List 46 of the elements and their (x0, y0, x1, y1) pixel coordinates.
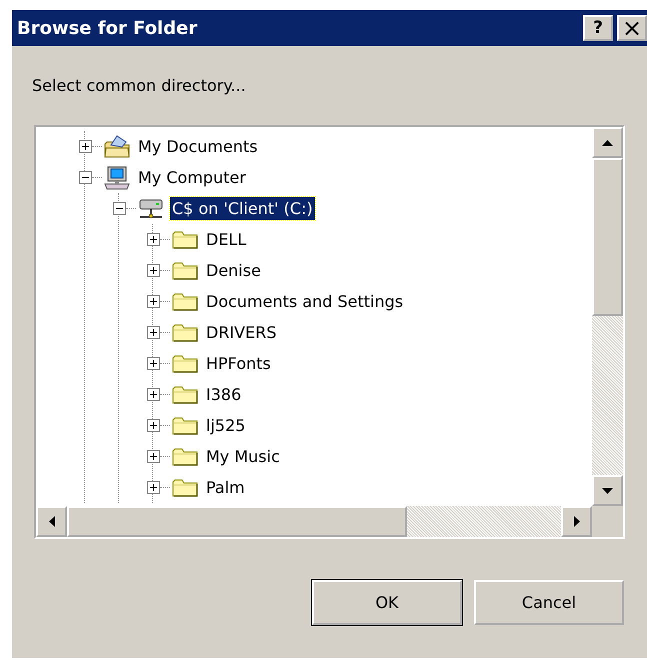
expand-icon[interactable] (147, 419, 160, 432)
computer-icon (104, 166, 130, 190)
expand-icon[interactable] (147, 295, 160, 308)
right-arrow-icon (574, 516, 580, 527)
close-button[interactable]: × (617, 15, 647, 41)
scrollbar-corner (592, 506, 623, 537)
collapse-icon[interactable] (79, 171, 92, 184)
tree-item[interactable]: I386 (204, 383, 244, 406)
scroll-thumb[interactable] (592, 158, 623, 316)
tree-item[interactable]: Denise (204, 259, 263, 282)
tree-item[interactable]: My Computer (136, 166, 248, 189)
tree-item[interactable]: My Documents (136, 135, 260, 158)
window-title: Browse for Folder (17, 18, 198, 38)
prompt-text: Select common directory... (32, 76, 247, 95)
scroll-up-button[interactable] (592, 127, 623, 158)
tree-item[interactable]: My Music (204, 445, 282, 468)
ok-button[interactable]: OK (312, 580, 462, 625)
tree-item[interactable]: lj525 (204, 414, 248, 437)
tree-item[interactable]: Palm (204, 476, 247, 499)
tree-item[interactable]: C$ on 'Client' (C:) (170, 197, 315, 220)
up-arrow-icon (602, 140, 613, 146)
cancel-button[interactable]: Cancel (474, 580, 624, 625)
tree-item[interactable]: DRIVERS (204, 321, 278, 344)
expand-icon[interactable] (147, 326, 160, 339)
left-arrow-icon (48, 516, 54, 527)
expand-icon[interactable] (147, 481, 160, 494)
expand-icon[interactable] (147, 450, 160, 463)
scroll-thumb[interactable] (67, 506, 407, 537)
tree-item[interactable]: Documents and Settings (204, 290, 406, 313)
expand-icon[interactable] (147, 233, 160, 246)
scroll-right-button[interactable] (561, 506, 592, 537)
scroll-left-button[interactable] (36, 506, 67, 537)
vertical-scrollbar[interactable] (592, 127, 623, 506)
network-drive-icon (138, 196, 164, 220)
help-button[interactable]: ? (583, 15, 613, 41)
down-arrow-icon (602, 488, 613, 494)
expand-icon[interactable] (147, 357, 160, 370)
expand-icon[interactable] (147, 264, 160, 277)
horizontal-scrollbar[interactable] (36, 506, 592, 537)
document-folder-icon (104, 134, 130, 158)
expand-icon[interactable] (79, 140, 92, 153)
tree-item[interactable]: DELL (204, 228, 248, 251)
expand-icon[interactable] (147, 388, 160, 401)
scroll-down-button[interactable] (592, 475, 623, 506)
tree-item[interactable]: HPFonts (204, 352, 273, 375)
collapse-icon[interactable] (113, 202, 126, 215)
